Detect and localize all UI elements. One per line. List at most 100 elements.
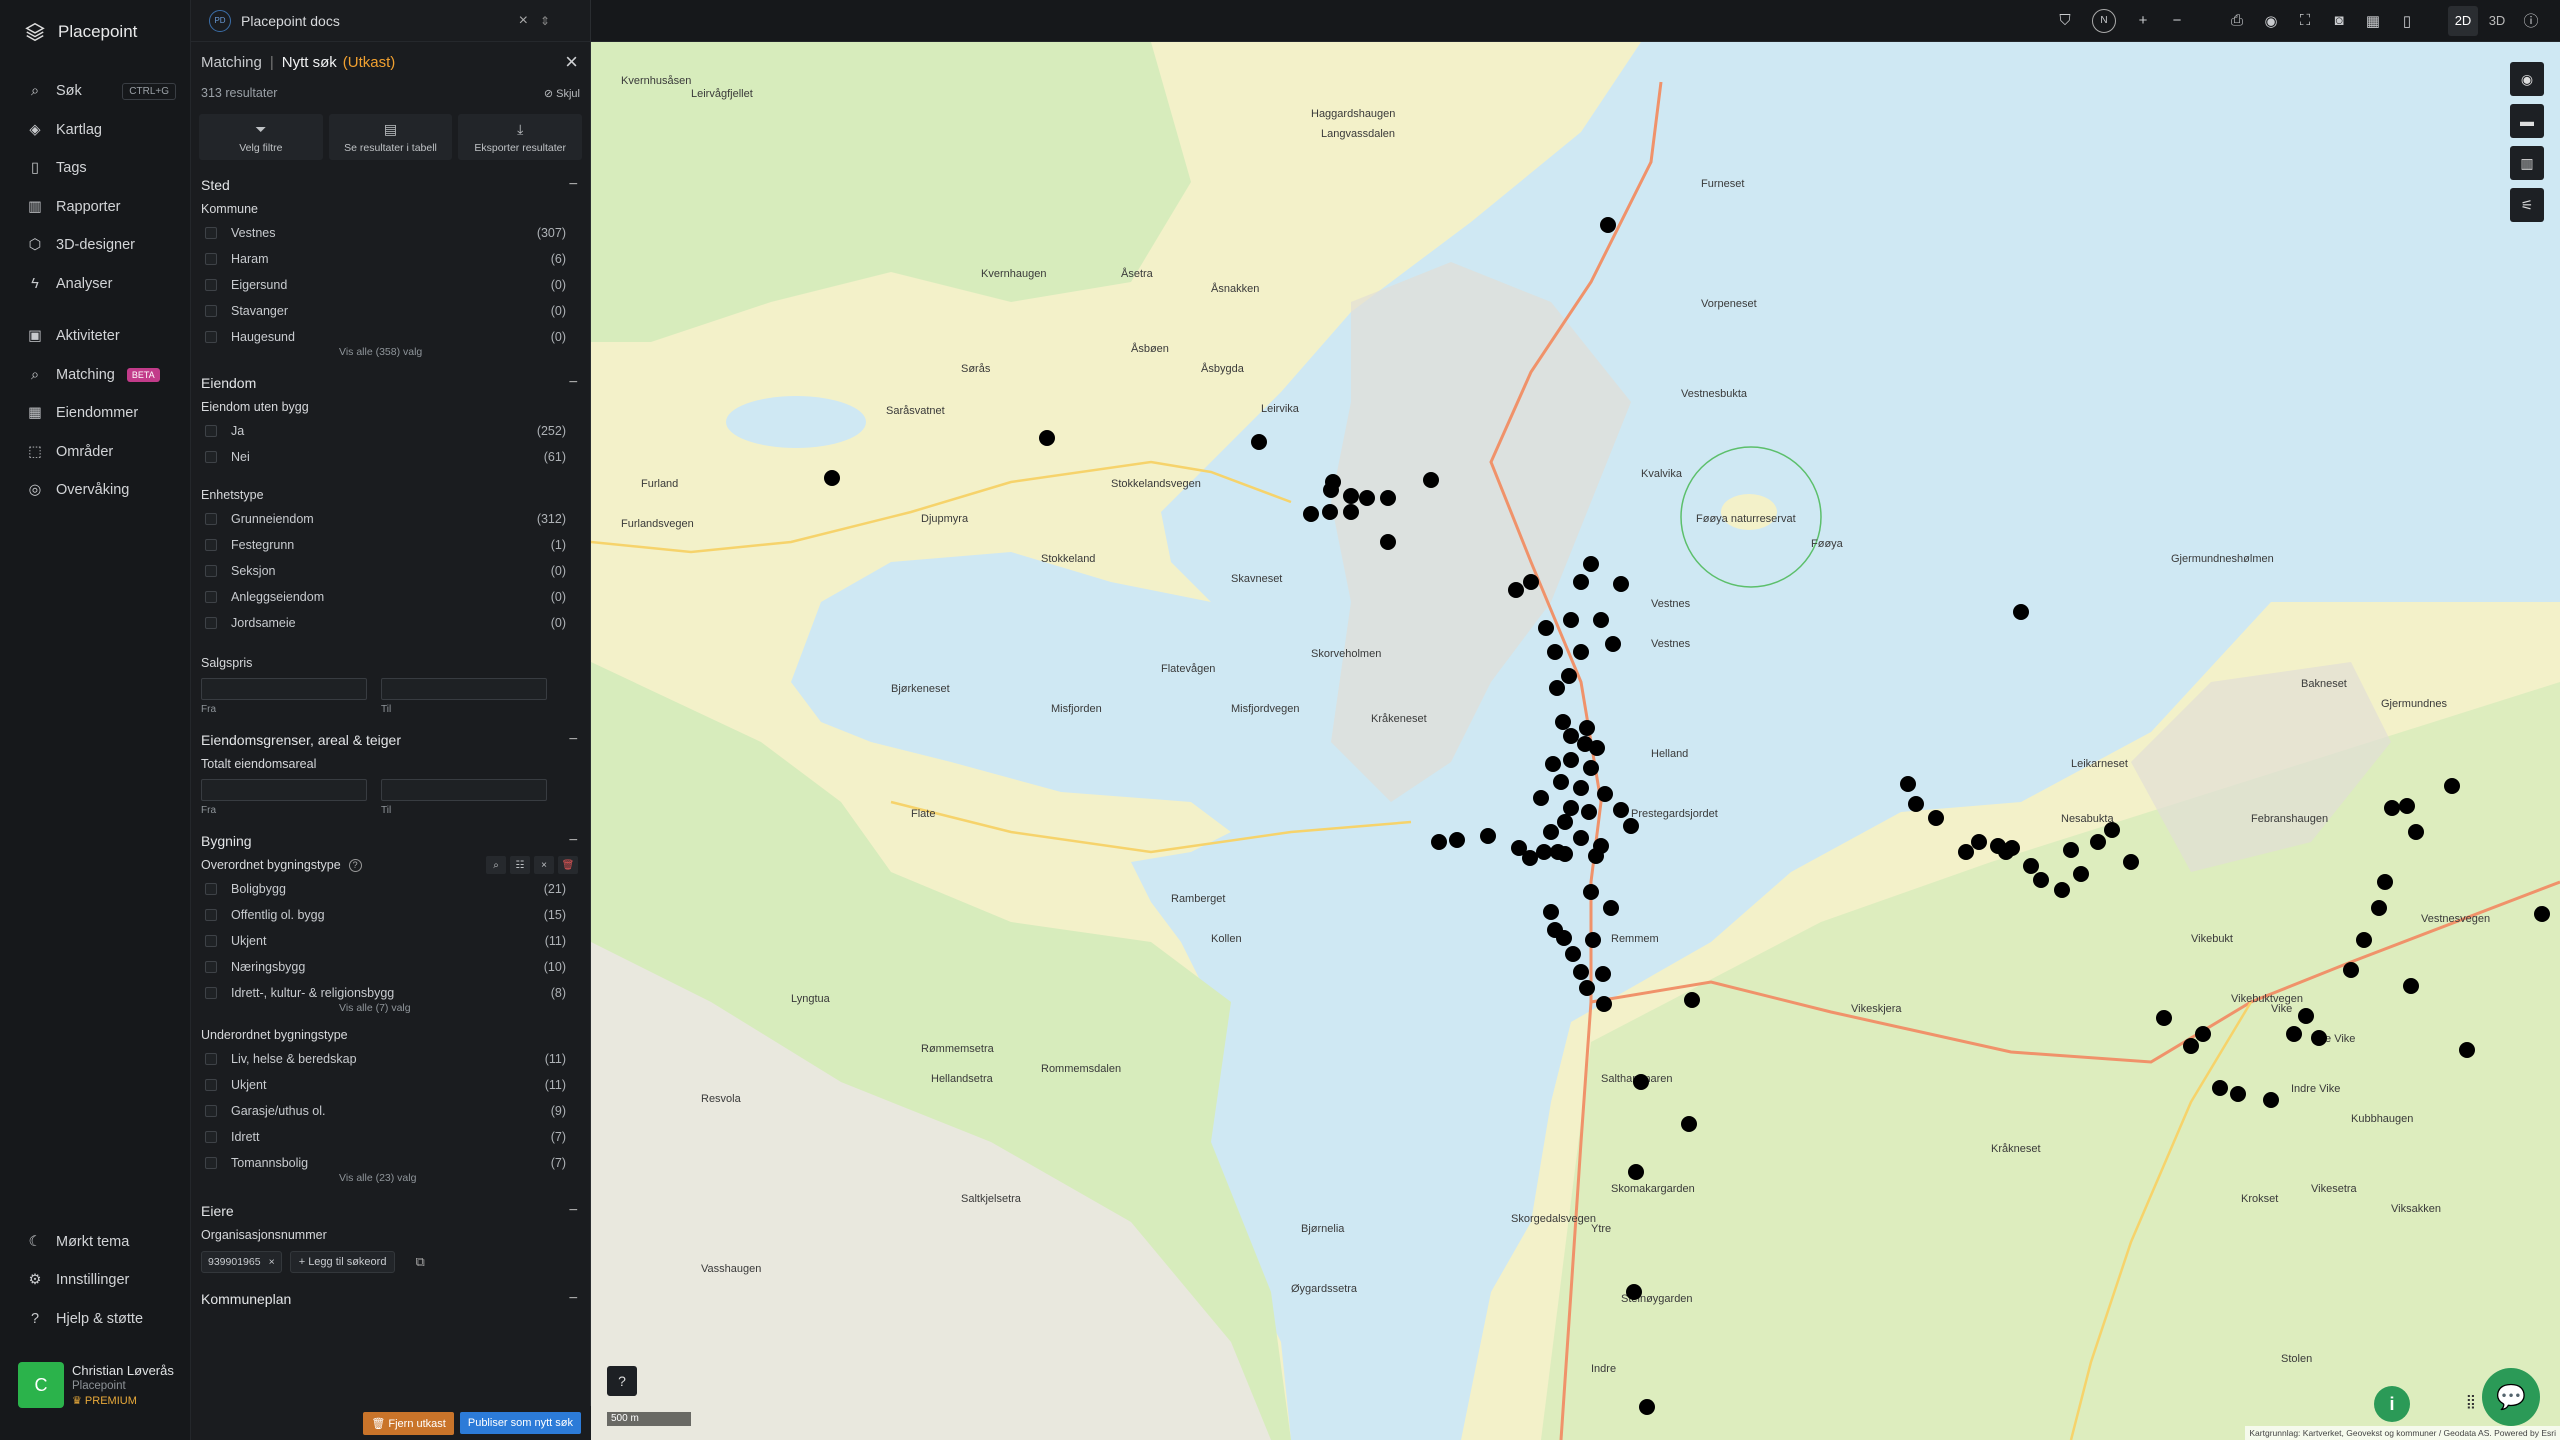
property-marker[interactable] (2399, 798, 2415, 814)
property-marker[interactable] (1565, 946, 1581, 962)
property-marker[interactable] (2013, 604, 2029, 620)
property-marker[interactable] (2063, 842, 2079, 858)
property-marker[interactable] (1563, 728, 1579, 744)
select-filters-button[interactable]: ⏷ Velg filtre (199, 114, 323, 160)
view-table-button[interactable]: ▤ Se resultater i tabell (328, 114, 453, 160)
nav-item-settings[interactable]: ⚙ Innstillinger (0, 1261, 190, 1300)
add-keyword-button[interactable]: + Legg til søkeord (289, 1251, 396, 1273)
property-marker[interactable] (1449, 832, 1465, 848)
checkbox-row[interactable]: Boligbygg (21) (191, 876, 590, 902)
property-marker[interactable] (1533, 790, 1549, 806)
checkbox[interactable] (205, 539, 217, 551)
property-marker[interactable] (1325, 474, 1341, 490)
nav-item-layers[interactable]: ◈ Kartlag (0, 111, 190, 150)
property-marker[interactable] (1573, 830, 1589, 846)
property-marker[interactable] (1573, 574, 1589, 590)
property-marker[interactable] (1543, 824, 1559, 840)
property-marker[interactable] (1536, 844, 1552, 860)
section-sted[interactable]: Sted − (191, 172, 590, 198)
nav-item-tags[interactable]: ▯ Tags (0, 149, 190, 188)
property-marker[interactable] (1583, 884, 1599, 900)
list-icon[interactable]: ☷ (510, 856, 530, 874)
camera-icon[interactable]: ◙ (2324, 6, 2354, 36)
map-help-button[interactable]: ? (607, 1366, 637, 1396)
nav-item-properties[interactable]: ▦ Eiendommer (0, 394, 190, 433)
checkbox-row[interactable]: Haram (6) (191, 246, 590, 272)
property-marker[interactable] (1579, 720, 1595, 736)
checkbox[interactable] (205, 961, 217, 973)
nav-item-reports[interactable]: ▥ Rapporter (0, 188, 190, 227)
property-marker[interactable] (1958, 844, 1974, 860)
see-all-link[interactable]: Vis alle (7) valg (191, 1002, 590, 1018)
property-marker[interactable] (1595, 966, 1611, 982)
project-selector[interactable]: PD Placepoint docs × ⇕ (191, 0, 590, 42)
map-tool-button[interactable]: ▬ (2510, 104, 2544, 138)
property-marker[interactable] (1343, 504, 1359, 520)
property-marker[interactable] (1589, 740, 1605, 756)
checkbox[interactable] (205, 279, 217, 291)
property-marker[interactable] (1603, 900, 1619, 916)
property-marker[interactable] (1563, 800, 1579, 816)
property-marker[interactable] (1628, 1164, 1644, 1180)
property-marker[interactable] (1303, 506, 1319, 522)
section-boundaries[interactable]: Eiendomsgrenser, areal & teiger − (191, 727, 590, 753)
property-marker[interactable] (2023, 858, 2039, 874)
breadcrumb[interactable]: Matching (201, 54, 262, 71)
org-number-chip[interactable]: 939901965 × (201, 1251, 282, 1273)
property-marker[interactable] (2090, 834, 2106, 850)
property-marker[interactable] (2263, 1092, 2279, 1108)
property-marker[interactable] (1039, 430, 1055, 446)
nav-item-analyses[interactable]: ϟ Analyser (0, 265, 190, 304)
checkbox[interactable] (205, 935, 217, 947)
clear-project-icon[interactable]: × (519, 12, 528, 30)
collapse-icon[interactable]: − (569, 1290, 578, 1308)
property-marker[interactable] (2371, 900, 2387, 916)
property-marker[interactable] (1522, 850, 1538, 866)
property-marker[interactable] (1605, 636, 1621, 652)
mode-3d-button[interactable]: 3D (2482, 6, 2512, 36)
checkbox[interactable] (205, 617, 217, 629)
collapse-icon[interactable]: − (569, 832, 578, 850)
collapse-icon[interactable]: − (569, 176, 578, 194)
property-marker[interactable] (1579, 980, 1595, 996)
property-marker[interactable] (1359, 490, 1375, 506)
property-marker[interactable] (2311, 1030, 2327, 1046)
search-icon[interactable]: ⌕ (486, 856, 506, 874)
area-from-input[interactable] (201, 779, 367, 801)
info-icon[interactable]: ⓘ (2516, 6, 2546, 36)
collapse-icon[interactable]: − (569, 731, 578, 749)
brand[interactable]: Placepoint (0, 0, 190, 64)
property-marker[interactable] (1623, 818, 1639, 834)
checkbox-row[interactable]: Garasje/uthus ol. (9) (191, 1098, 590, 1124)
north-compass-button[interactable]: N (2092, 8, 2116, 33)
checkbox[interactable] (205, 565, 217, 577)
nav-item-dark-theme[interactable]: ☾ Mørkt tema (0, 1223, 190, 1262)
property-marker[interactable] (2156, 1010, 2172, 1026)
collapse-icon[interactable]: − (569, 1202, 578, 1220)
checkbox-row[interactable]: Seksjon (0) (191, 558, 590, 584)
trash-icon[interactable]: 🗑 (558, 856, 578, 874)
property-marker[interactable] (2230, 1086, 2246, 1102)
checkbox[interactable] (205, 591, 217, 603)
checkbox-row[interactable]: Eigersund (0) (191, 272, 590, 298)
property-marker[interactable] (2534, 906, 2550, 922)
property-marker[interactable] (1684, 992, 1700, 1008)
property-marker[interactable] (1585, 932, 1601, 948)
checkbox[interactable] (205, 987, 217, 999)
nav-item-areas[interactable]: ⬚ Områder (0, 433, 190, 472)
property-marker[interactable] (1573, 780, 1589, 796)
property-marker[interactable] (2343, 962, 2359, 978)
property-marker[interactable] (2104, 822, 2120, 838)
nav-item-activities[interactable]: ▣ Aktiviteter (0, 317, 190, 356)
property-marker[interactable] (2377, 874, 2393, 890)
property-marker[interactable] (824, 470, 840, 486)
property-marker[interactable] (1431, 834, 1447, 850)
checkbox[interactable] (205, 1157, 217, 1169)
checkbox-row[interactable]: Liv, helse & beredskap (11) (191, 1046, 590, 1072)
checkbox[interactable] (205, 451, 217, 463)
nav-item-monitoring[interactable]: ◎ Overvåking (0, 471, 190, 510)
property-marker[interactable] (1593, 612, 1609, 628)
checkbox[interactable] (205, 331, 217, 343)
fullscreen-icon[interactable]: ⛶ (2290, 6, 2320, 36)
checkbox[interactable] (205, 513, 217, 525)
